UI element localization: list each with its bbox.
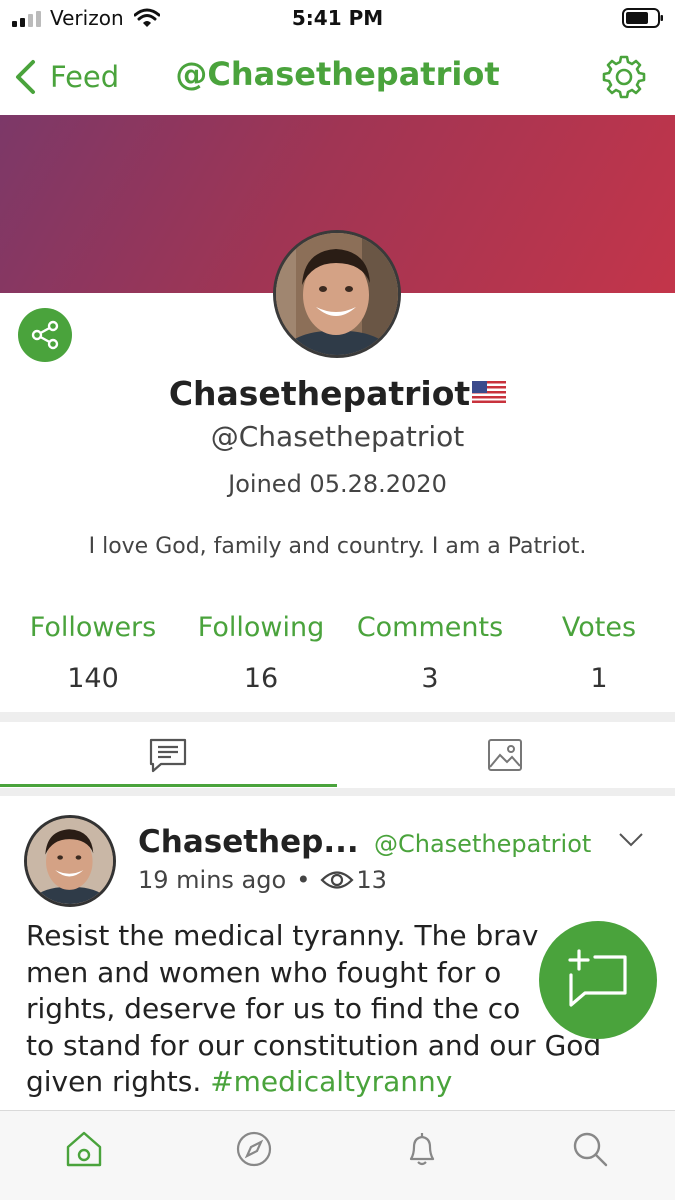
stat-value: 3	[421, 663, 439, 694]
joined-date: Joined 05.28.2020	[228, 470, 447, 498]
stat-label: Votes	[561, 612, 637, 643]
status-bar: Verizon 5:41 PM	[0, 0, 675, 38]
clock: 5:41 PM	[291, 6, 384, 30]
profile-handle: @Chasethepatriot	[210, 420, 465, 453]
stat-comments[interactable]: Comments 3	[346, 612, 514, 694]
bottom-nav	[0, 1110, 675, 1200]
photos-icon	[488, 739, 522, 771]
page-title: @Chasethepatriot	[175, 55, 500, 93]
stat-following[interactable]: Following 16	[188, 612, 334, 694]
hashtag-link[interactable]: #medicaltyranny	[210, 1065, 452, 1098]
stat-followers[interactable]: Followers 140	[22, 612, 164, 694]
view-count: 13	[356, 866, 387, 894]
stat-value: 16	[243, 663, 279, 694]
avatar-photo	[27, 818, 113, 904]
post-author-handle[interactable]: @Chasethepatriot	[374, 830, 591, 858]
compass-icon[interactable]	[234, 1129, 274, 1169]
profile-tabs	[0, 722, 675, 788]
meta-separator: •	[296, 866, 311, 894]
display-name-text: Chasethepatriot	[168, 374, 471, 413]
stat-votes[interactable]: Votes 1	[556, 612, 642, 694]
bell-icon[interactable]	[402, 1129, 442, 1169]
nav-bar: Feed @Chasethepatriot	[0, 40, 675, 114]
post-avatar[interactable]	[24, 815, 116, 907]
chevron-down-icon[interactable]	[618, 832, 644, 848]
stat-value: 1	[590, 663, 608, 694]
posts-icon	[149, 738, 187, 773]
divider	[0, 712, 675, 722]
post-time: 19 mins ago	[138, 866, 287, 894]
battery-icon	[622, 8, 663, 28]
post-line: given rights.	[26, 1065, 211, 1098]
home-icon[interactable]	[64, 1129, 104, 1169]
stat-label: Following	[197, 612, 325, 643]
share-button[interactable]	[18, 308, 72, 362]
gear-icon[interactable]	[601, 54, 647, 100]
tab-posts[interactable]	[0, 722, 337, 788]
stat-label: Comments	[356, 612, 504, 643]
post-author-name[interactable]: Chasethep...	[138, 824, 359, 860]
eye-icon	[320, 871, 354, 889]
us-flag-icon	[472, 381, 507, 403]
share-icon	[31, 320, 59, 350]
post-line: to stand for our constitution and our Go…	[26, 1028, 602, 1062]
search-icon[interactable]	[570, 1129, 610, 1169]
post-line-last: given rights. #medicaltyranny	[26, 1064, 656, 1101]
stat-value: 140	[67, 663, 119, 694]
post-meta: 19 mins ago • 13	[138, 866, 387, 894]
profile-avatar[interactable]	[273, 230, 401, 358]
profile-bio: I love God, family and country. I am a P…	[88, 534, 587, 559]
new-post-button[interactable]	[539, 921, 657, 1039]
display-name: Chasethepatriot	[0, 374, 675, 413]
tab-photos[interactable]	[338, 722, 675, 788]
avatar-photo	[276, 233, 398, 355]
active-tab-indicator	[0, 784, 337, 787]
new-comment-icon	[568, 949, 627, 1007]
stat-label: Followers	[29, 612, 157, 643]
divider	[0, 788, 675, 796]
